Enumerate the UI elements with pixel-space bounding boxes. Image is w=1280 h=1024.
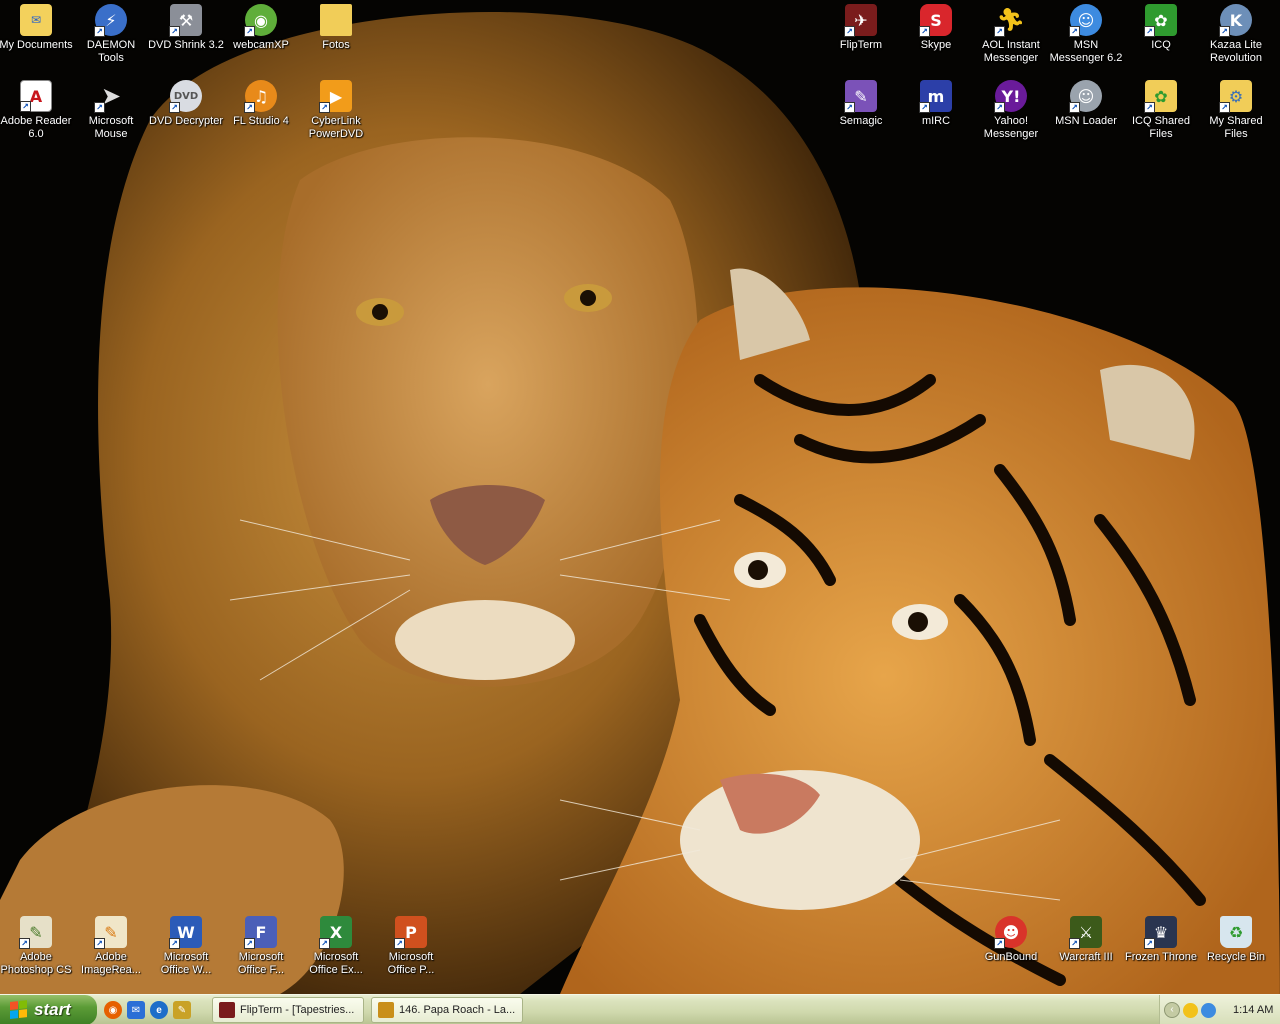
desktop-icon-powerdvd[interactable]: ▶ ↗ CyberLink PowerDVD xyxy=(298,80,374,141)
webcam-icon: ◉ ↗ xyxy=(244,4,277,37)
powerdvd-icon: ▶ ↗ xyxy=(319,80,352,113)
excel-icon: X ↗ xyxy=(319,916,352,949)
desktop-icon-excel[interactable]: X ↗ Microsoft Office Ex... xyxy=(298,916,374,977)
desktop-icon-aim[interactable]: 🏃︎ ↗ AOL Instant Messenger xyxy=(973,4,1049,65)
desktop-icon-powerpoint[interactable]: P ↗ Microsoft Office P... xyxy=(373,916,449,977)
aim-tray-icon[interactable] xyxy=(1201,1002,1216,1018)
adobe-reader-icon: A ↗ xyxy=(20,80,52,112)
desktop-icon-dvd-shrink[interactable]: ⚒ ↗ DVD Shrink 3.2 xyxy=(148,4,224,52)
flipterm-icon: ✈ ↗ xyxy=(844,4,877,37)
dvd-shrink-icon: ⚒ ↗ xyxy=(169,4,202,37)
desktop-icon-frontpage[interactable]: F ↗ Microsoft Office F... xyxy=(223,916,299,977)
recycle-bin-icon: ♻ xyxy=(1220,916,1252,948)
desktop-icon-my-documents[interactable]: ✉ My Documents xyxy=(0,4,74,52)
lion-tiger-wallpaper xyxy=(0,11,1280,994)
start-button[interactable]: start xyxy=(0,995,97,1024)
internet-explorer-icon[interactable]: e xyxy=(150,1001,168,1019)
quick-launch: ◉ ✉ e ✎ xyxy=(104,1001,191,1019)
desktop-icon-kazaa[interactable]: K ↗ Kazaa Lite Revolution xyxy=(1198,4,1274,65)
desktop-icon-dvd-decrypter[interactable]: DVD ↗ DVD Decrypter xyxy=(148,80,224,128)
semagic-pen-icon: ✎ ↗ xyxy=(844,80,877,113)
pen-tool-icon[interactable]: ✎ xyxy=(173,1001,191,1019)
desktop-icon-microsoft-mouse[interactable]: ➤ ↗ Microsoft Mouse xyxy=(73,80,149,141)
frontpage-icon: F ↗ xyxy=(244,916,277,949)
desktop-wallpaper xyxy=(0,0,1280,994)
task-label: 146. Papa Roach - La... xyxy=(399,1004,516,1016)
fl-studio-icon: ♫ ↗ xyxy=(244,80,277,113)
dvd-disc-icon: DVD ↗ xyxy=(169,80,202,113)
desktop-icon-word[interactable]: W ↗ Microsoft Office W... xyxy=(148,916,224,977)
desktop-icon-my-shared-files[interactable]: ⚙ ↗ My Shared Files xyxy=(1198,80,1274,141)
folder-icon xyxy=(320,4,352,36)
desktop-icon-fotos[interactable]: Fotos xyxy=(298,4,374,52)
msn-tray-icon[interactable] xyxy=(1183,1002,1198,1018)
word-icon: W ↗ xyxy=(169,916,202,949)
mouse-pointer-icon: ➤ ↗ xyxy=(94,80,127,113)
desktop-icon-semagic[interactable]: ✎ ↗ Semagic xyxy=(823,80,899,128)
aim-running-man-icon: 🏃︎ ↗ xyxy=(994,4,1027,37)
photoshop-icon: ✎ ↗ xyxy=(19,916,52,949)
daemon-tools-icon: ⚡ ↗ xyxy=(94,4,127,37)
skype-icon: S ↗ xyxy=(919,4,952,37)
desktop-icon-skype[interactable]: S ↗ Skype xyxy=(898,4,974,52)
taskbar-task-winamp[interactable]: 146. Papa Roach - La... xyxy=(371,997,523,1023)
desktop-icon-photoshop[interactable]: ✎ ↗ Adobe Photoshop CS xyxy=(0,916,74,977)
desktop-icon-flipterm[interactable]: ✈ ↗ FlipTerm xyxy=(823,4,899,52)
imageready-icon: ✎ ↗ xyxy=(94,916,127,949)
desktop-icon-webcamxp[interactable]: ◉ ↗ webcamXP xyxy=(223,4,299,52)
gunbound-icon: ☻ ↗ xyxy=(994,916,1027,949)
chevron-left-icon[interactable]: ‹ xyxy=(1164,1002,1180,1018)
firefox-icon[interactable]: ◉ xyxy=(104,1001,122,1019)
desktop-icon-icq[interactable]: ✿ ↗ ICQ xyxy=(1123,4,1199,52)
system-tray: ‹ 1:14 AM xyxy=(1159,995,1280,1024)
icq-shared-folder-icon: ✿ ↗ xyxy=(1144,80,1177,113)
folder-documents-icon: ✉ xyxy=(20,4,52,36)
kazaa-icon: K ↗ xyxy=(1219,4,1252,37)
powerpoint-icon: P ↗ xyxy=(394,916,427,949)
desktop-icon-warcraft[interactable]: ⚔ ↗ Warcraft III xyxy=(1048,916,1124,964)
icq-flower-icon: ✿ ↗ xyxy=(1144,4,1177,37)
desktop-icon-yahoo-messenger[interactable]: Y! ↗ Yahoo! Messenger xyxy=(973,80,1049,141)
msn-loader-icon: ☺ ↗ xyxy=(1069,80,1102,113)
desktop-icon-msn-messenger[interactable]: ☺ ↗ MSN Messenger 6.2 xyxy=(1048,4,1124,65)
desktop-icon-gunbound[interactable]: ☻ ↗ GunBound xyxy=(973,916,1049,964)
desktop-icon-daemon-tools[interactable]: ⚡ ↗ DAEMON Tools xyxy=(73,4,149,65)
mirc-icon: m ↗ xyxy=(919,80,952,113)
start-label: start xyxy=(34,1000,71,1019)
outlook-express-icon[interactable]: ✉ xyxy=(127,1001,145,1019)
desktop-icon-msn-loader[interactable]: ☺ ↗ MSN Loader xyxy=(1048,80,1124,128)
shared-folder-icon: ⚙ ↗ xyxy=(1219,80,1252,113)
winamp-icon xyxy=(378,1002,394,1018)
msn-buddies-icon: ☺ ↗ xyxy=(1069,4,1102,37)
desktop-icon-imageready[interactable]: ✎ ↗ Adobe ImageRea... xyxy=(73,916,149,977)
desktop-icon-mirc[interactable]: m ↗ mIRC xyxy=(898,80,974,128)
task-label: FlipTerm - [Tapestries... xyxy=(240,1004,355,1016)
frozen-throne-icon: ♛ ↗ xyxy=(1144,916,1177,949)
clock[interactable]: 1:14 AM xyxy=(1233,1004,1273,1016)
desktop-icon-recycle-bin[interactable]: ♻ Recycle Bin xyxy=(1198,916,1274,964)
taskbar-task-flipterm[interactable]: FlipTerm - [Tapestries... xyxy=(212,997,364,1023)
desktop-icon-fl-studio[interactable]: ♫ ↗ FL Studio 4 xyxy=(223,80,299,128)
flipterm-icon xyxy=(219,1002,235,1018)
desktop-icon-icq-shared-files[interactable]: ✿ ↗ ICQ Shared Files xyxy=(1123,80,1199,141)
warcraft-icon: ⚔ ↗ xyxy=(1069,916,1102,949)
desktop-icon-adobe-reader[interactable]: A ↗ Adobe Reader 6.0 xyxy=(0,80,74,141)
windows-logo-icon xyxy=(10,1000,28,1020)
yahoo-messenger-icon: Y! ↗ xyxy=(994,80,1027,113)
taskbar: start ◉ ✉ e ✎ FlipTerm - [Tapestries... … xyxy=(0,994,1280,1024)
desktop-icon-frozen-throne[interactable]: ♛ ↗ Frozen Throne xyxy=(1123,916,1199,964)
